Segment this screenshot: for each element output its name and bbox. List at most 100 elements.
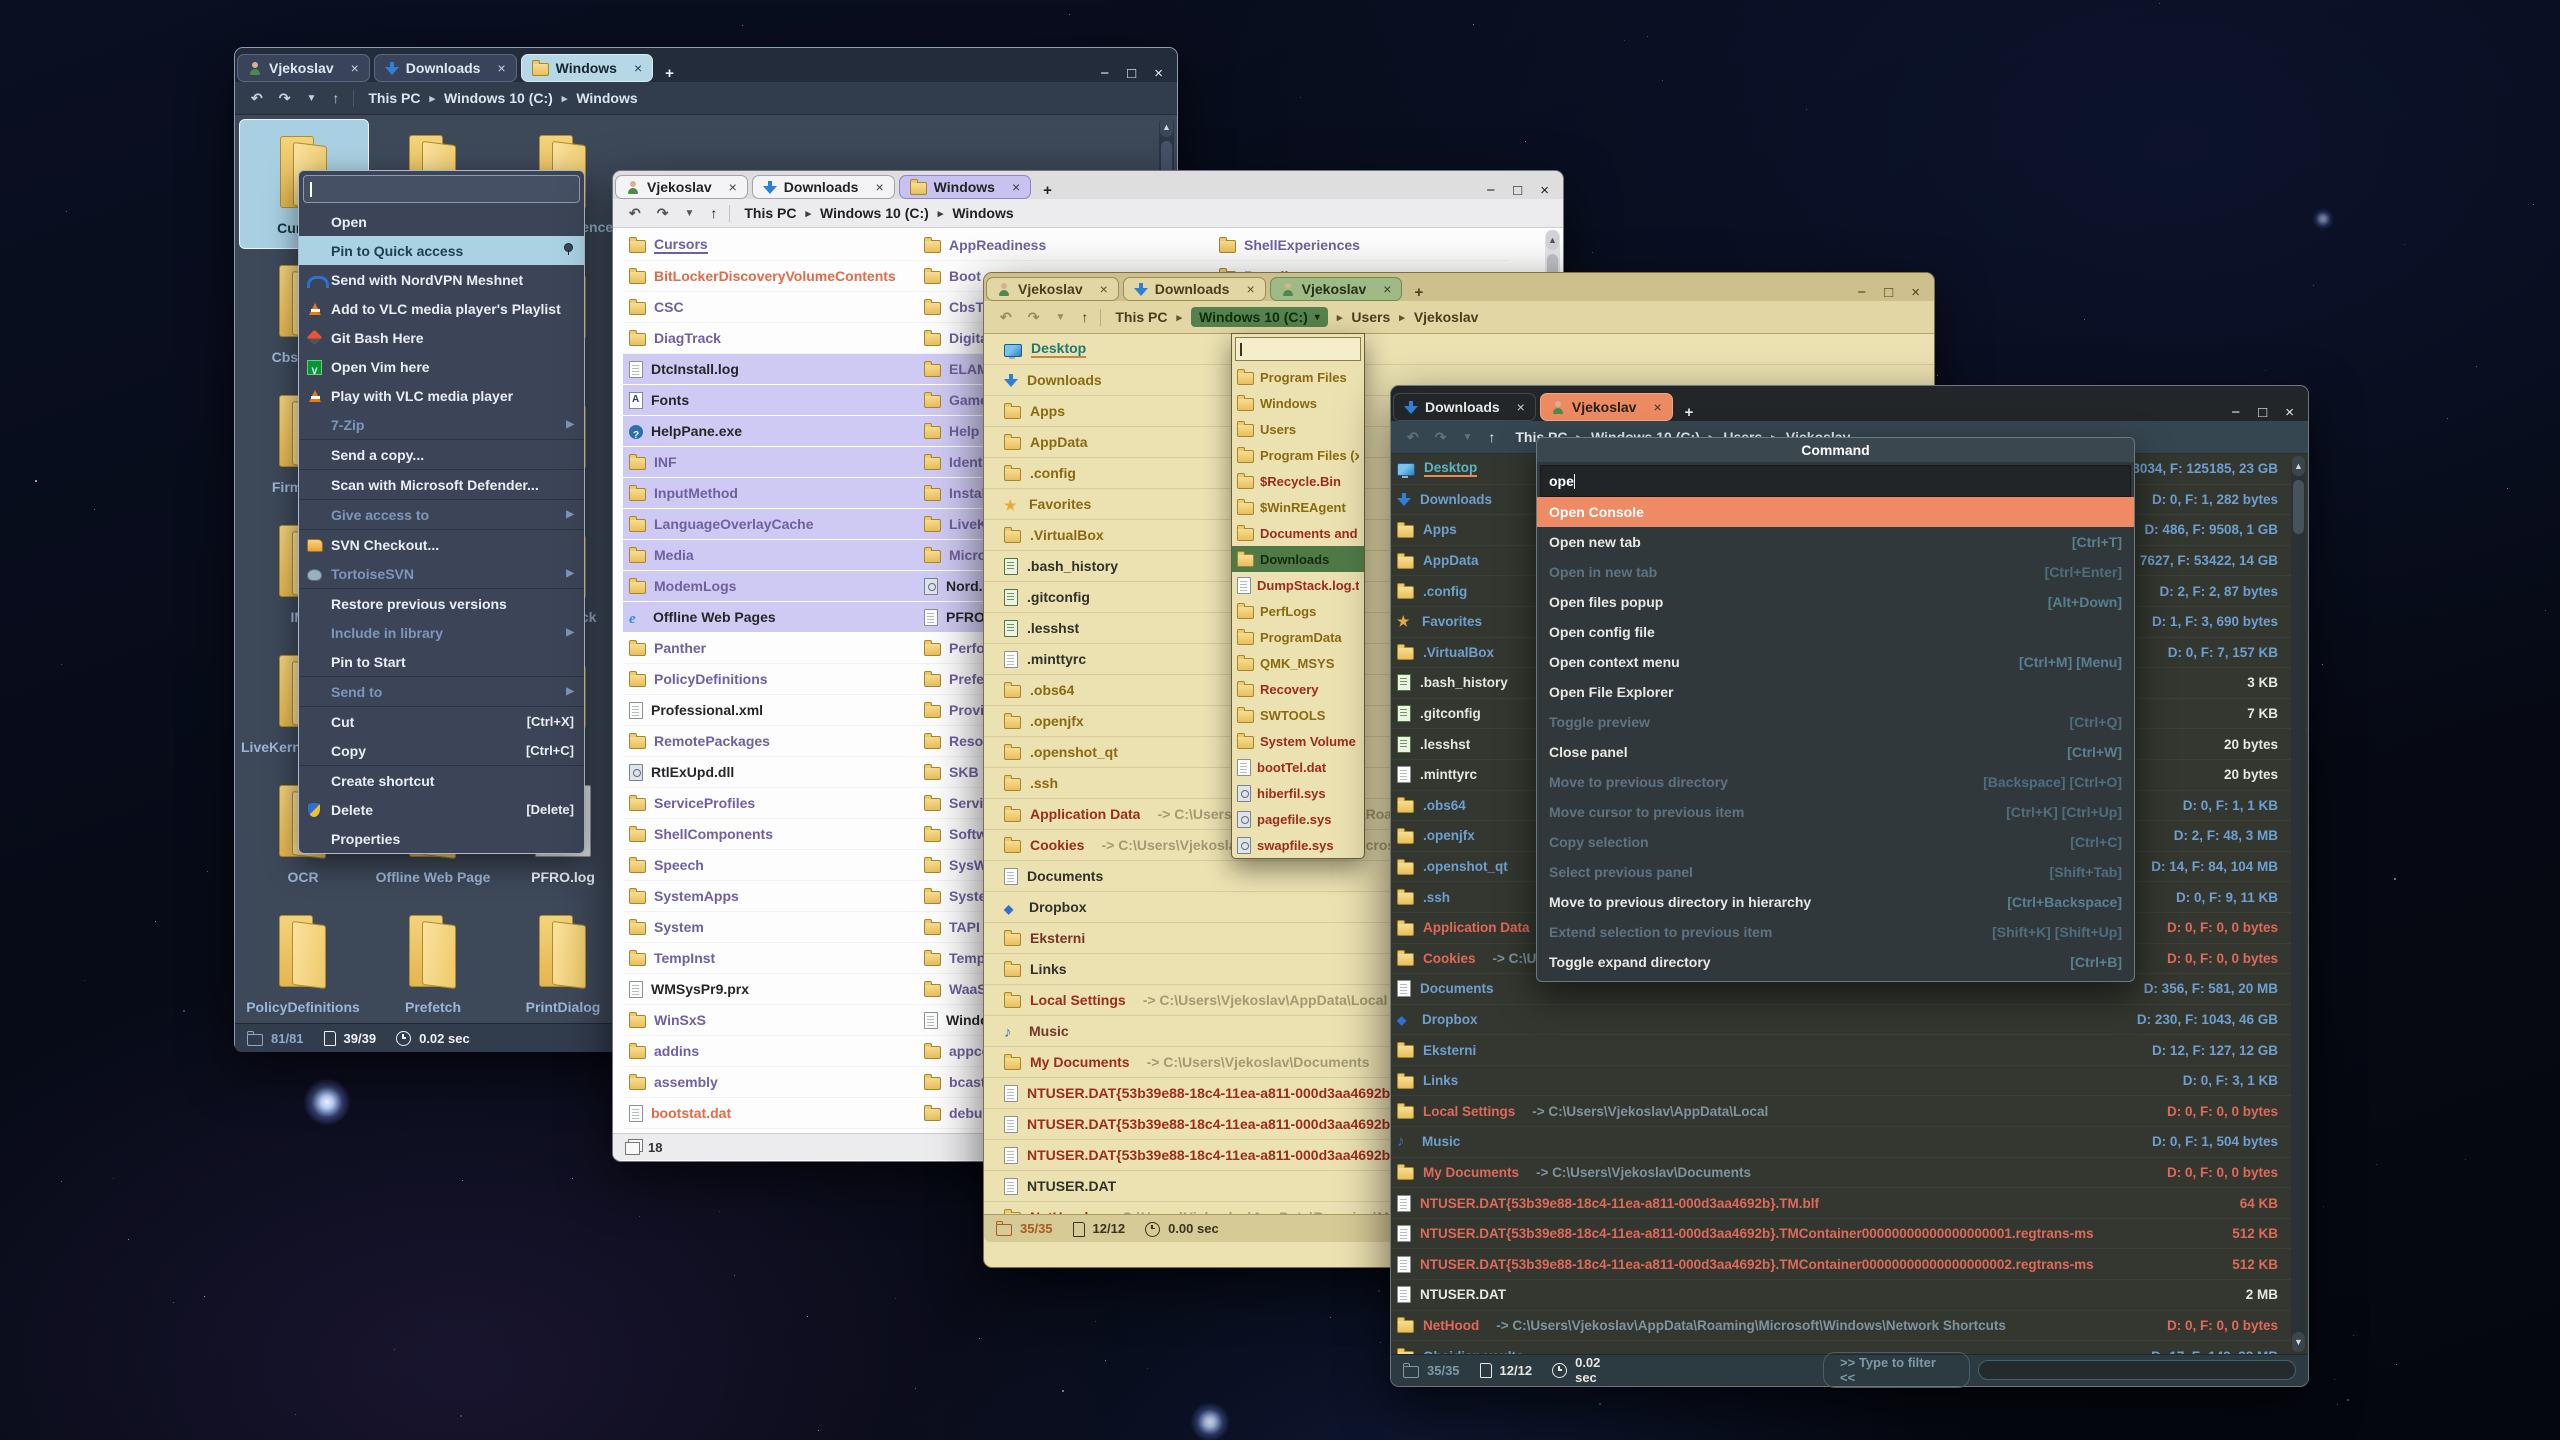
file-row-dropbox[interactable]: DropboxD: 230, F: 1043, 46 GB [1391,1005,2308,1036]
menu-item-7-zip[interactable]: 7-Zip▶ [299,410,584,440]
menu-item-delete[interactable]: Delete[Delete] [299,795,584,824]
file-row-offline-web-pages[interactable]: Offline Web Pages [623,602,918,633]
breadcrumb-segment-this-pc[interactable]: This PC [744,205,796,221]
file-row-policydefinitions[interactable]: PolicyDefinitions [623,664,918,695]
file-row-nethood[interactable]: NetHood-> C:\Users\Vjekoslav\AppData\Roa… [1391,1311,2308,1342]
command-item-open-file-explorer[interactable]: Open File Explorer [1537,677,2134,707]
forward-icon[interactable]: ↷ [1435,429,1447,446]
breadcrumb-segment-windows-10-c[interactable]: Windows 10 (C:) [820,205,929,221]
dropdown-item-program-files[interactable]: Program Files [1232,364,1364,390]
file-row-en-us[interactable]: en-US [623,1129,918,1133]
grid-item-prefetch[interactable]: Prefetch [369,899,497,1023]
menu-item-svn-checkout[interactable]: SVN Checkout... [299,530,584,559]
dropdown-item-dumpstack-log-tmp[interactable]: DumpStack.log.tmp [1232,572,1364,598]
tab-close-icon[interactable]: × [1246,281,1254,297]
file-row-ntuser-dat-53b39e88-18c4-11ea-a811-000d3aa4692b-tmcontainer00000000000000000001-regtrans-ms[interactable]: NTUSER.DAT{53b39e88-18c4-11ea-a811-000d3… [1391,1219,2308,1250]
file-row-csc[interactable]: CSC [623,292,918,323]
file-row-inputmethod[interactable]: InputMethod [623,478,918,509]
dropdown-item-swtools[interactable]: SWTOOLS [1232,702,1364,728]
grid-item-printdialog[interactable]: PrintDialog [499,899,627,1023]
file-row-wmsyspr9-prx[interactable]: WMSysPr9.prx [623,974,918,1005]
menu-item-properties[interactable]: Properties [299,824,584,853]
filter-input[interactable] [1978,1360,2296,1380]
file-row-languageoverlaycache[interactable]: LanguageOverlayCache [623,509,918,540]
file-row-my-documents[interactable]: My Documents-> C:\Users\Vjekoslav\Docume… [1391,1158,2308,1189]
tab-close-icon[interactable]: × [634,60,642,76]
file-row-obsidian-vaults[interactable]: Obsidian vaultsD: 17, F: 149, 38 MB [1391,1341,2308,1354]
minimize-button[interactable]: − [1486,182,1495,199]
tab-close-icon[interactable]: × [729,179,737,195]
minimize-button[interactable]: − [2231,404,2240,421]
file-row-diagtrack[interactable]: DiagTrack [623,323,918,354]
file-row-shellcomponents[interactable]: ShellComponents [623,819,918,850]
command-item-extend-selection-to-previous-item[interactable]: Extend selection to previous item[Shift+… [1537,917,2134,947]
file-row-professional-xml[interactable]: Professional.xml [623,695,918,726]
tab-downloads[interactable]: Downloads× [1123,277,1266,301]
command-palette-input[interactable]: ope [1540,465,2131,497]
tab-close-icon[interactable]: × [1653,399,1661,415]
command-item-open-in-new-tab[interactable]: Open in new tab[Ctrl+Enter] [1537,557,2134,587]
dropdown-item-windows[interactable]: Windows [1232,390,1364,416]
forward-icon[interactable]: ↷ [1028,309,1040,326]
file-row-fonts[interactable]: Fonts [623,385,918,416]
close-button[interactable]: × [1154,65,1163,82]
menu-item-scan-with-microsoft-defender[interactable]: Scan with Microsoft Defender... [299,470,584,500]
dropdown-item-programdata[interactable]: ProgramData [1232,624,1364,650]
file-row-ntuser-dat[interactable]: NTUSER.DAT2 MB [1391,1280,2308,1311]
file-row-ntuser-dat-53b39e88-18c4-11ea-a811-000d3aa4692b-tmcontainer00000000000000000002-regtrans-ms[interactable]: NTUSER.DAT{53b39e88-18c4-11ea-a811-000d3… [1391,1249,2308,1280]
tab-vjekoslav[interactable]: Vjekoslav× [1270,277,1403,301]
type-to-filter-button[interactable]: >> Type to filter << [1823,1352,1970,1388]
up-icon[interactable]: ↑ [1488,429,1495,445]
tab-vjekoslav[interactable]: Vjekoslav× [986,277,1119,301]
menu-item-copy[interactable]: Copy[Ctrl+C] [299,736,584,766]
menu-item-give-access-to[interactable]: Give access to▶ [299,500,584,530]
tab-close-icon[interactable]: × [1100,281,1108,297]
maximize-button[interactable]: □ [1513,182,1522,199]
command-item-move-to-previous-directory[interactable]: Move to previous directory[Backspace] [C… [1537,767,2134,797]
breadcrumb-segment-windows-10-c[interactable]: Windows 10 (C:) [444,90,553,106]
file-row-links[interactable]: LinksD: 0, F: 3, 1 KB [1391,1066,2308,1097]
back-icon[interactable]: ↶ [1407,429,1419,446]
menu-item-cut[interactable]: Cut[Ctrl+X] [299,707,584,736]
file-row-inf[interactable]: INF [623,447,918,478]
new-tab-button[interactable]: + [665,65,674,82]
menu-item-send-with-nordvpn-meshnet[interactable]: Send with NordVPN Meshnet [299,265,584,294]
tab-downloads[interactable]: Downloads× [1393,393,1536,421]
up-icon[interactable]: ↑ [332,90,339,106]
file-row-helppane-exe[interactable]: HelpPane.exe [623,416,918,447]
file-row-assembly[interactable]: assembly [623,1067,918,1098]
tab-close-icon[interactable]: × [497,60,505,76]
breadcrumb-segment-windows[interactable]: Windows [952,205,1013,221]
file-row-desktop[interactable]: Desktop [984,334,1934,365]
new-tab-button[interactable]: + [1685,404,1694,421]
dropdown-item-boottel-dat[interactable]: bootTel.dat [1232,754,1364,780]
command-item-toggle-preview[interactable]: Toggle preview[Ctrl+Q] [1537,707,2134,737]
menu-item-include-in-library[interactable]: Include in library▶ [299,618,584,647]
dropdown-item-swapfile-sys[interactable]: swapfile.sys [1232,832,1364,858]
tab-downloads[interactable]: Downloads× [752,175,895,199]
history-menu-icon[interactable]: ▼ [1462,432,1472,443]
dropdown-item-perflogs[interactable]: PerfLogs [1232,598,1364,624]
command-item-open-context-menu[interactable]: Open context menu[Ctrl+M] [Menu] [1537,647,2134,677]
history-menu-icon[interactable]: ▼ [1055,312,1065,323]
tab-windows[interactable]: Windows× [521,54,654,82]
file-row-systemapps[interactable]: SystemApps [623,881,918,912]
file-row-local-settings[interactable]: Local Settings-> C:\Users\Vjekoslav\AppD… [1391,1096,2308,1127]
tab-vjekoslav[interactable]: Vjekoslav× [615,175,748,199]
file-row-tempinst[interactable]: TempInst [623,943,918,974]
menu-item-send-a-copy[interactable]: Send a copy... [299,440,584,470]
dropdown-item-hiberfil-sys[interactable]: hiberfil.sys [1232,780,1364,806]
dropdown-item-recovery[interactable]: Recovery [1232,676,1364,702]
tab-close-icon[interactable]: × [1383,281,1391,297]
maximize-button[interactable]: □ [1127,65,1136,82]
file-row-bootstat-dat[interactable]: bootstat.dat [623,1098,918,1129]
back-icon[interactable]: ↶ [629,205,641,222]
tab-vjekoslav[interactable]: Vjekoslav× [1540,393,1673,421]
file-row-eksterni[interactable]: EksterniD: 12, F: 127, 12 GB [1391,1035,2308,1066]
file-row-rtlexupd-dll[interactable]: RtlExUpd.dll [623,757,918,788]
grid-item-policydefinitions[interactable]: PolicyDefinitions [239,899,367,1023]
maximize-button[interactable]: □ [1884,284,1893,301]
file-row-addins[interactable]: addins [623,1036,918,1067]
menu-item-restore-previous-versions[interactable]: Restore previous versions [299,589,584,618]
dropdown-filter-input[interactable] [1235,337,1361,361]
